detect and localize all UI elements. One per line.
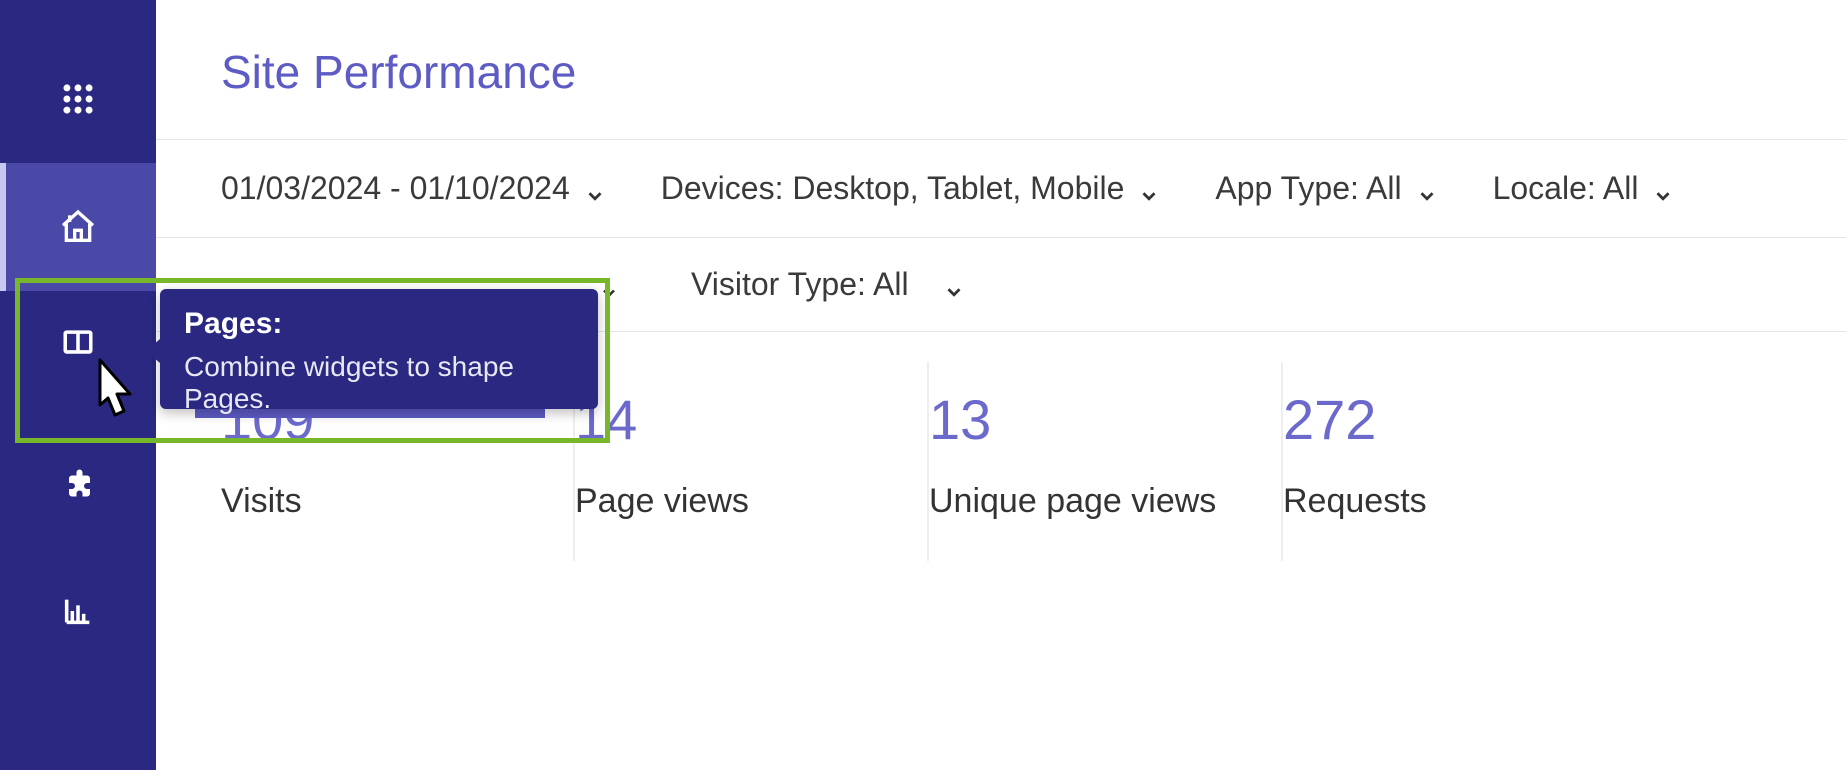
chevron-down-icon bbox=[1138, 178, 1160, 200]
metric-label: Requests bbox=[1283, 482, 1637, 521]
metric-value: 13 bbox=[929, 387, 1281, 452]
metric-card-pageviews[interactable]: 14 Page views bbox=[575, 362, 929, 561]
filter-devices[interactable]: Devices: Desktop, Tablet, Mobile bbox=[661, 170, 1161, 207]
tooltip-description: Combine widgets to shape Pages. bbox=[184, 351, 574, 415]
metric-label: Page views bbox=[575, 482, 927, 521]
metric-value: 272 bbox=[1283, 387, 1637, 452]
filter-app-type-label: App Type: All bbox=[1215, 170, 1401, 207]
filter-row-1: 01/03/2024 - 01/10/2024 Devices: Desktop… bbox=[156, 140, 1846, 238]
pages-tooltip: Pages: Combine widgets to shape Pages. bbox=[160, 289, 598, 409]
app-root: Site Performance 01/03/2024 - 01/10/2024… bbox=[0, 0, 1846, 770]
sidebar-item-apps[interactable] bbox=[0, 35, 156, 163]
home-icon bbox=[57, 206, 99, 248]
columns-icon bbox=[57, 321, 99, 363]
apps-grid-icon bbox=[57, 78, 99, 120]
tooltip-title: Pages: bbox=[184, 307, 574, 341]
chevron-down-icon bbox=[599, 274, 621, 296]
chevron-down-icon bbox=[943, 274, 965, 296]
chevron-down-icon bbox=[1416, 178, 1438, 200]
filter-devices-label: Devices: Desktop, Tablet, Mobile bbox=[661, 170, 1125, 207]
sidebar bbox=[0, 0, 156, 770]
puzzle-icon bbox=[57, 462, 99, 504]
chevron-down-icon bbox=[1652, 178, 1674, 200]
sidebar-item-home[interactable] bbox=[0, 163, 156, 291]
metric-label: Unique page views bbox=[929, 482, 1281, 521]
metric-card-requests[interactable]: 272 Requests bbox=[1283, 362, 1637, 561]
filter-visitor-type[interactable]: Visitor Type: All bbox=[691, 266, 965, 303]
metric-label: Visits bbox=[221, 482, 573, 521]
sidebar-item-analytics[interactable] bbox=[0, 547, 156, 675]
metric-value: 14 bbox=[575, 387, 927, 452]
bar-chart-icon bbox=[57, 590, 99, 632]
sidebar-item-pages[interactable] bbox=[0, 291, 156, 419]
chevron-down-icon bbox=[584, 178, 606, 200]
filter-visitor-type-label: Visitor Type: All bbox=[691, 266, 909, 303]
filter-date-range-label: 01/03/2024 - 01/10/2024 bbox=[221, 170, 570, 207]
title-bar: Site Performance bbox=[156, 0, 1846, 140]
metric-card-unique-pageviews[interactable]: 13 Unique page views bbox=[929, 362, 1283, 561]
page-title: Site Performance bbox=[221, 45, 1846, 99]
filter-date-range[interactable]: 01/03/2024 - 01/10/2024 bbox=[221, 170, 606, 207]
filter-locale-label: Locale: All bbox=[1493, 170, 1639, 207]
filter-locale[interactable]: Locale: All bbox=[1493, 170, 1675, 207]
filter-app-type[interactable]: App Type: All bbox=[1215, 170, 1437, 207]
sidebar-item-plugins[interactable] bbox=[0, 419, 156, 547]
